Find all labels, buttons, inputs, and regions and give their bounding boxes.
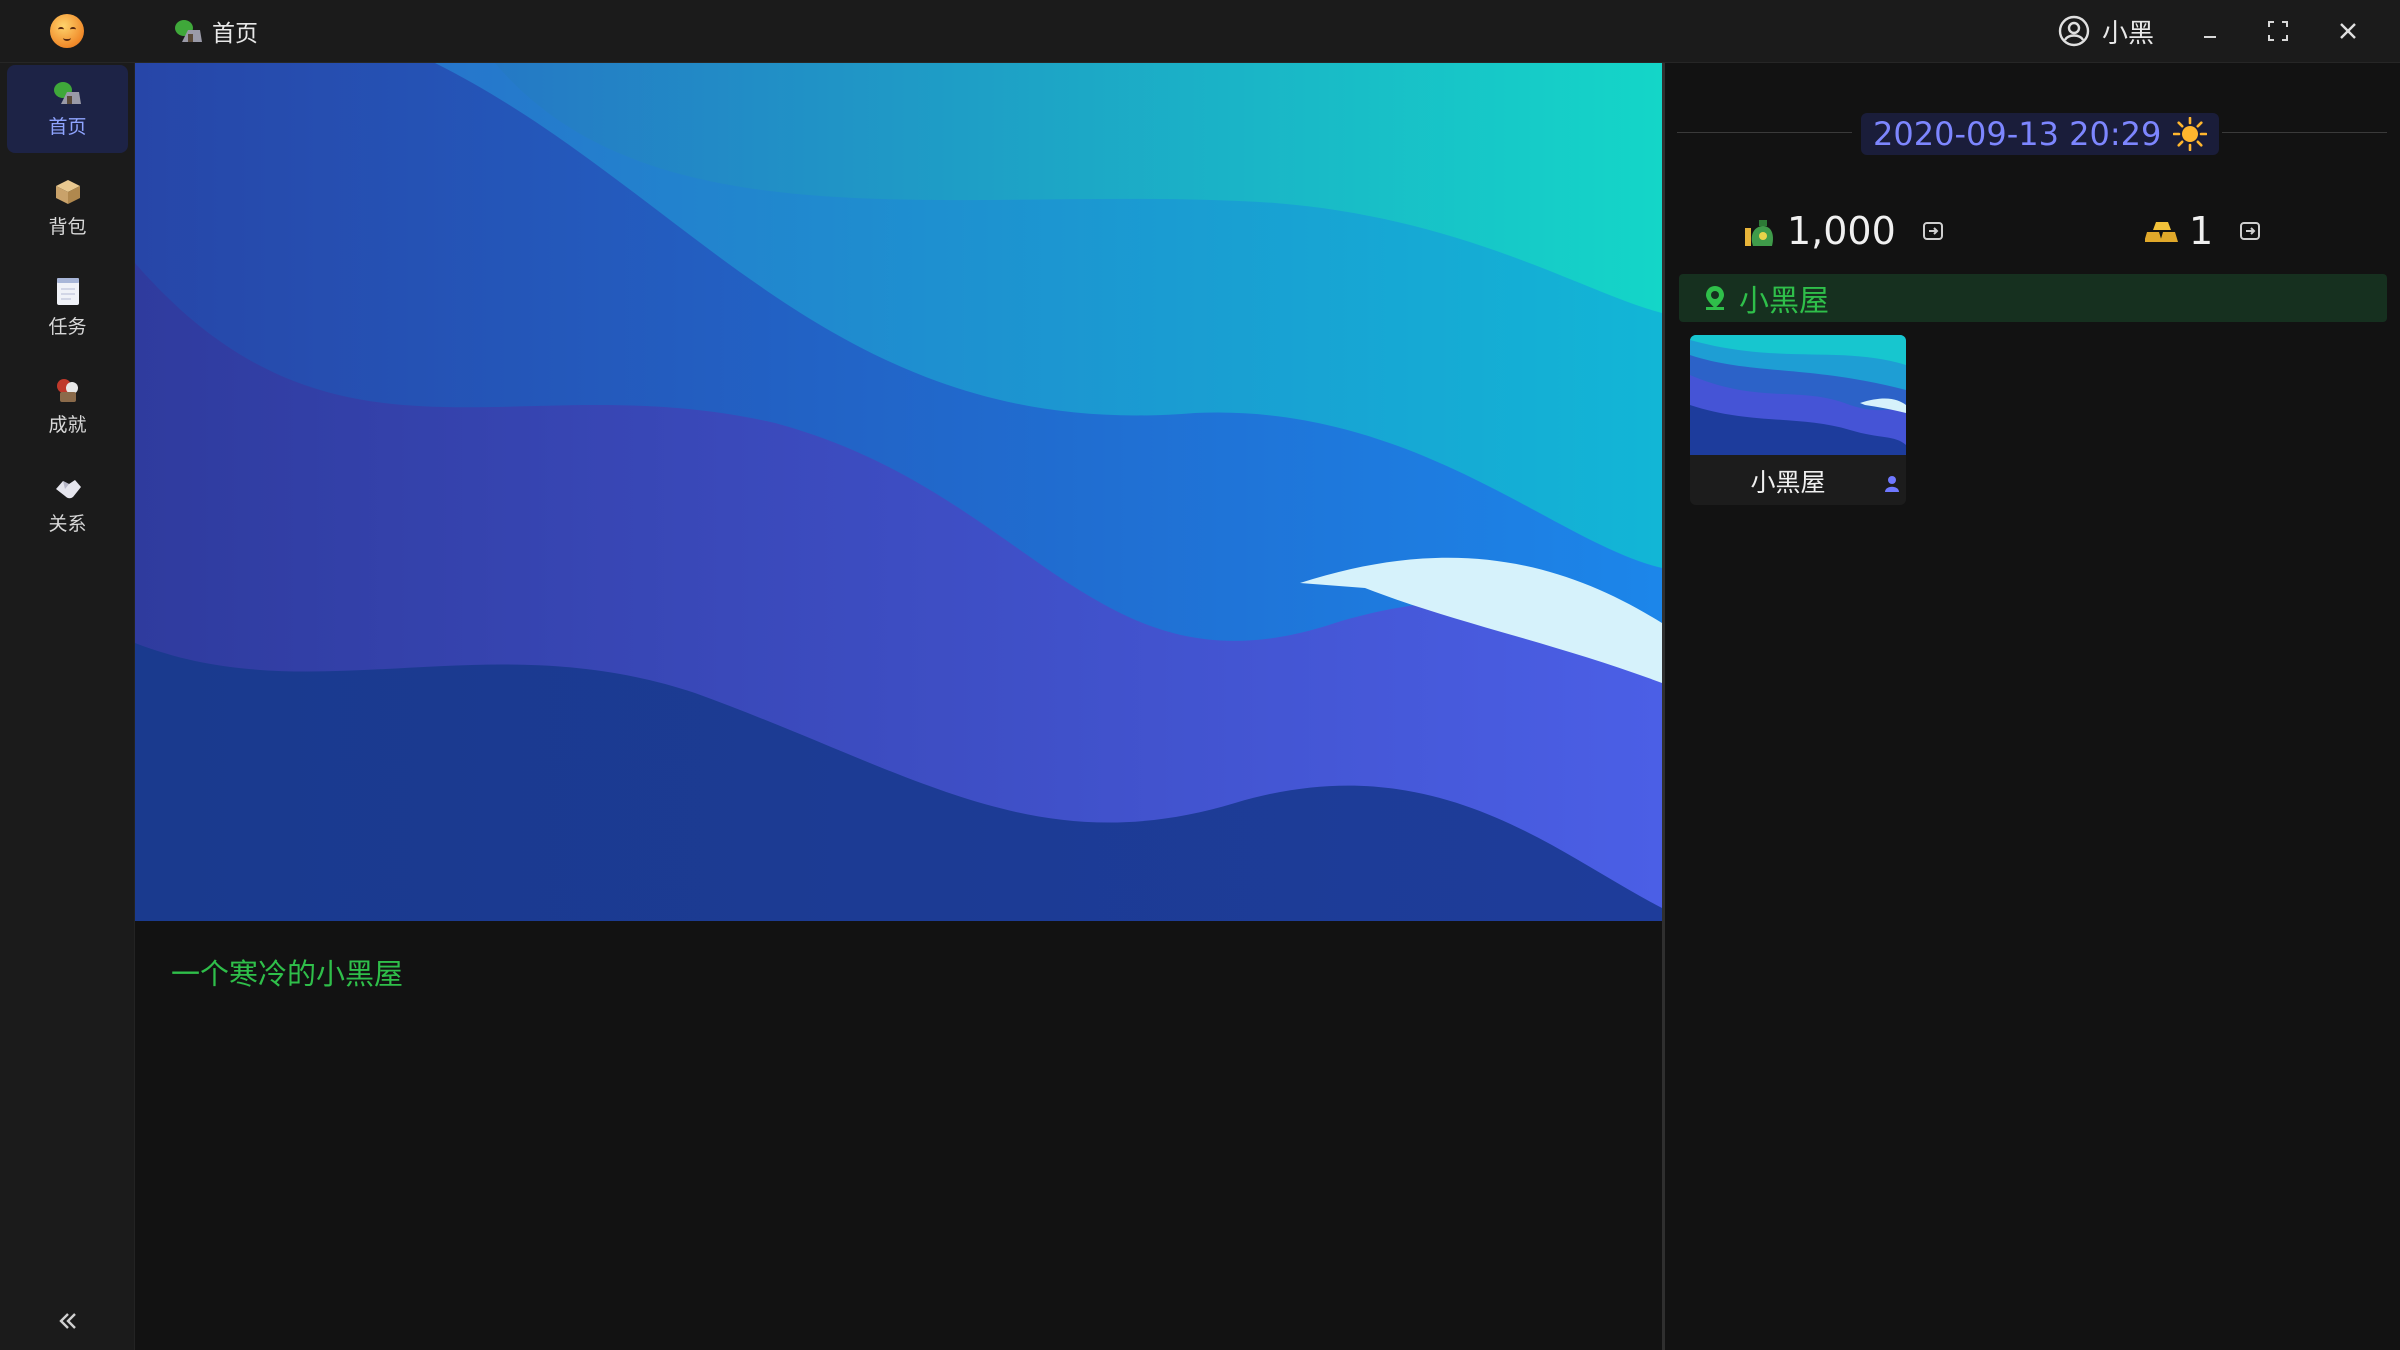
- sidebar-item-tasks[interactable]: 任务: [7, 263, 128, 351]
- main-content: 一个寒冷的小黑屋: [135, 63, 1662, 1350]
- sidebar-item-label: 背包: [48, 215, 87, 238]
- maximize-icon: [2268, 21, 2288, 41]
- home-icon: [175, 20, 202, 42]
- sidebar-item-label: 关系: [48, 512, 87, 535]
- sidebar: 首页 背包 任务 成就 关系: [0, 63, 135, 1350]
- box-icon: [55, 179, 80, 204]
- datetime-divider-left: [1677, 132, 1852, 133]
- handshake-icon: [55, 479, 81, 498]
- gold-value: 1: [2189, 209, 2214, 253]
- sun-icon: [2173, 117, 2208, 151]
- person-icon: [1885, 476, 1899, 492]
- close-button[interactable]: [2328, 12, 2368, 50]
- current-location-name: 小黑屋: [1739, 284, 1829, 319]
- sidebar-item-label: 任务: [48, 315, 87, 338]
- minimize-button[interactable]: [2190, 12, 2230, 50]
- minimize-icon: [2204, 36, 2216, 38]
- notepad-icon: [56, 277, 79, 305]
- maximize-button[interactable]: [2258, 12, 2298, 50]
- app-logo-icon: [50, 14, 84, 48]
- room-thumbnail-image: [1690, 335, 1906, 455]
- status-panel: 2020-09-13 20:29 1,000 1 小黑屋 小黑屋: [1665, 63, 2400, 1350]
- home-icon: [53, 81, 81, 104]
- sidebar-item-home[interactable]: 首页: [7, 65, 128, 153]
- title-bar: 首页 小黑: [0, 0, 2400, 63]
- money-counter: 1,000: [1743, 209, 1946, 253]
- exchange-icon: [1922, 222, 1943, 240]
- user-name: 小黑: [2102, 18, 2155, 49]
- money-exchange-button[interactable]: [1920, 218, 1946, 244]
- sidebar-item-achievements[interactable]: 成就: [7, 362, 128, 450]
- trophy-icon: [56, 378, 78, 402]
- tab-home[interactable]: 首页: [174, 14, 258, 48]
- location-description: 一个寒冷的小黑屋: [171, 957, 404, 991]
- exchange-icon: [2240, 222, 2261, 240]
- user-account[interactable]: 小黑: [2058, 14, 2155, 49]
- location-pin-icon: [1706, 286, 1724, 310]
- datetime-text: 2020-09-13 20:29: [1873, 115, 2162, 153]
- double-chevron-left-icon: [59, 1313, 76, 1329]
- close-icon: [2340, 23, 2356, 39]
- gold-counter: 1: [2145, 209, 2263, 253]
- current-location-bar: 小黑屋: [1679, 274, 2387, 322]
- collapse-sidebar-button[interactable]: [50, 1303, 86, 1339]
- datetime-divider-right: [2222, 132, 2387, 133]
- sidebar-item-relations[interactable]: 关系: [7, 461, 128, 549]
- game-datetime: 2020-09-13 20:29: [1861, 113, 2220, 155]
- sidebar-item-label: 成就: [48, 413, 87, 436]
- room-card[interactable]: 小黑屋: [1690, 335, 1906, 505]
- money-bag-icon: [1745, 220, 1773, 246]
- sidebar-item-backpack[interactable]: 背包: [7, 164, 128, 252]
- room-card-name: 小黑屋: [1750, 468, 1826, 497]
- gold-bars-icon: [2145, 222, 2178, 242]
- location-banner-image: [135, 63, 1662, 921]
- money-value: 1,000: [1787, 209, 1896, 253]
- tab-home-label: 首页: [212, 21, 258, 47]
- sidebar-item-label: 首页: [48, 115, 87, 138]
- gold-exchange-button[interactable]: [2237, 218, 2263, 244]
- user-circle-icon: [2058, 15, 2090, 47]
